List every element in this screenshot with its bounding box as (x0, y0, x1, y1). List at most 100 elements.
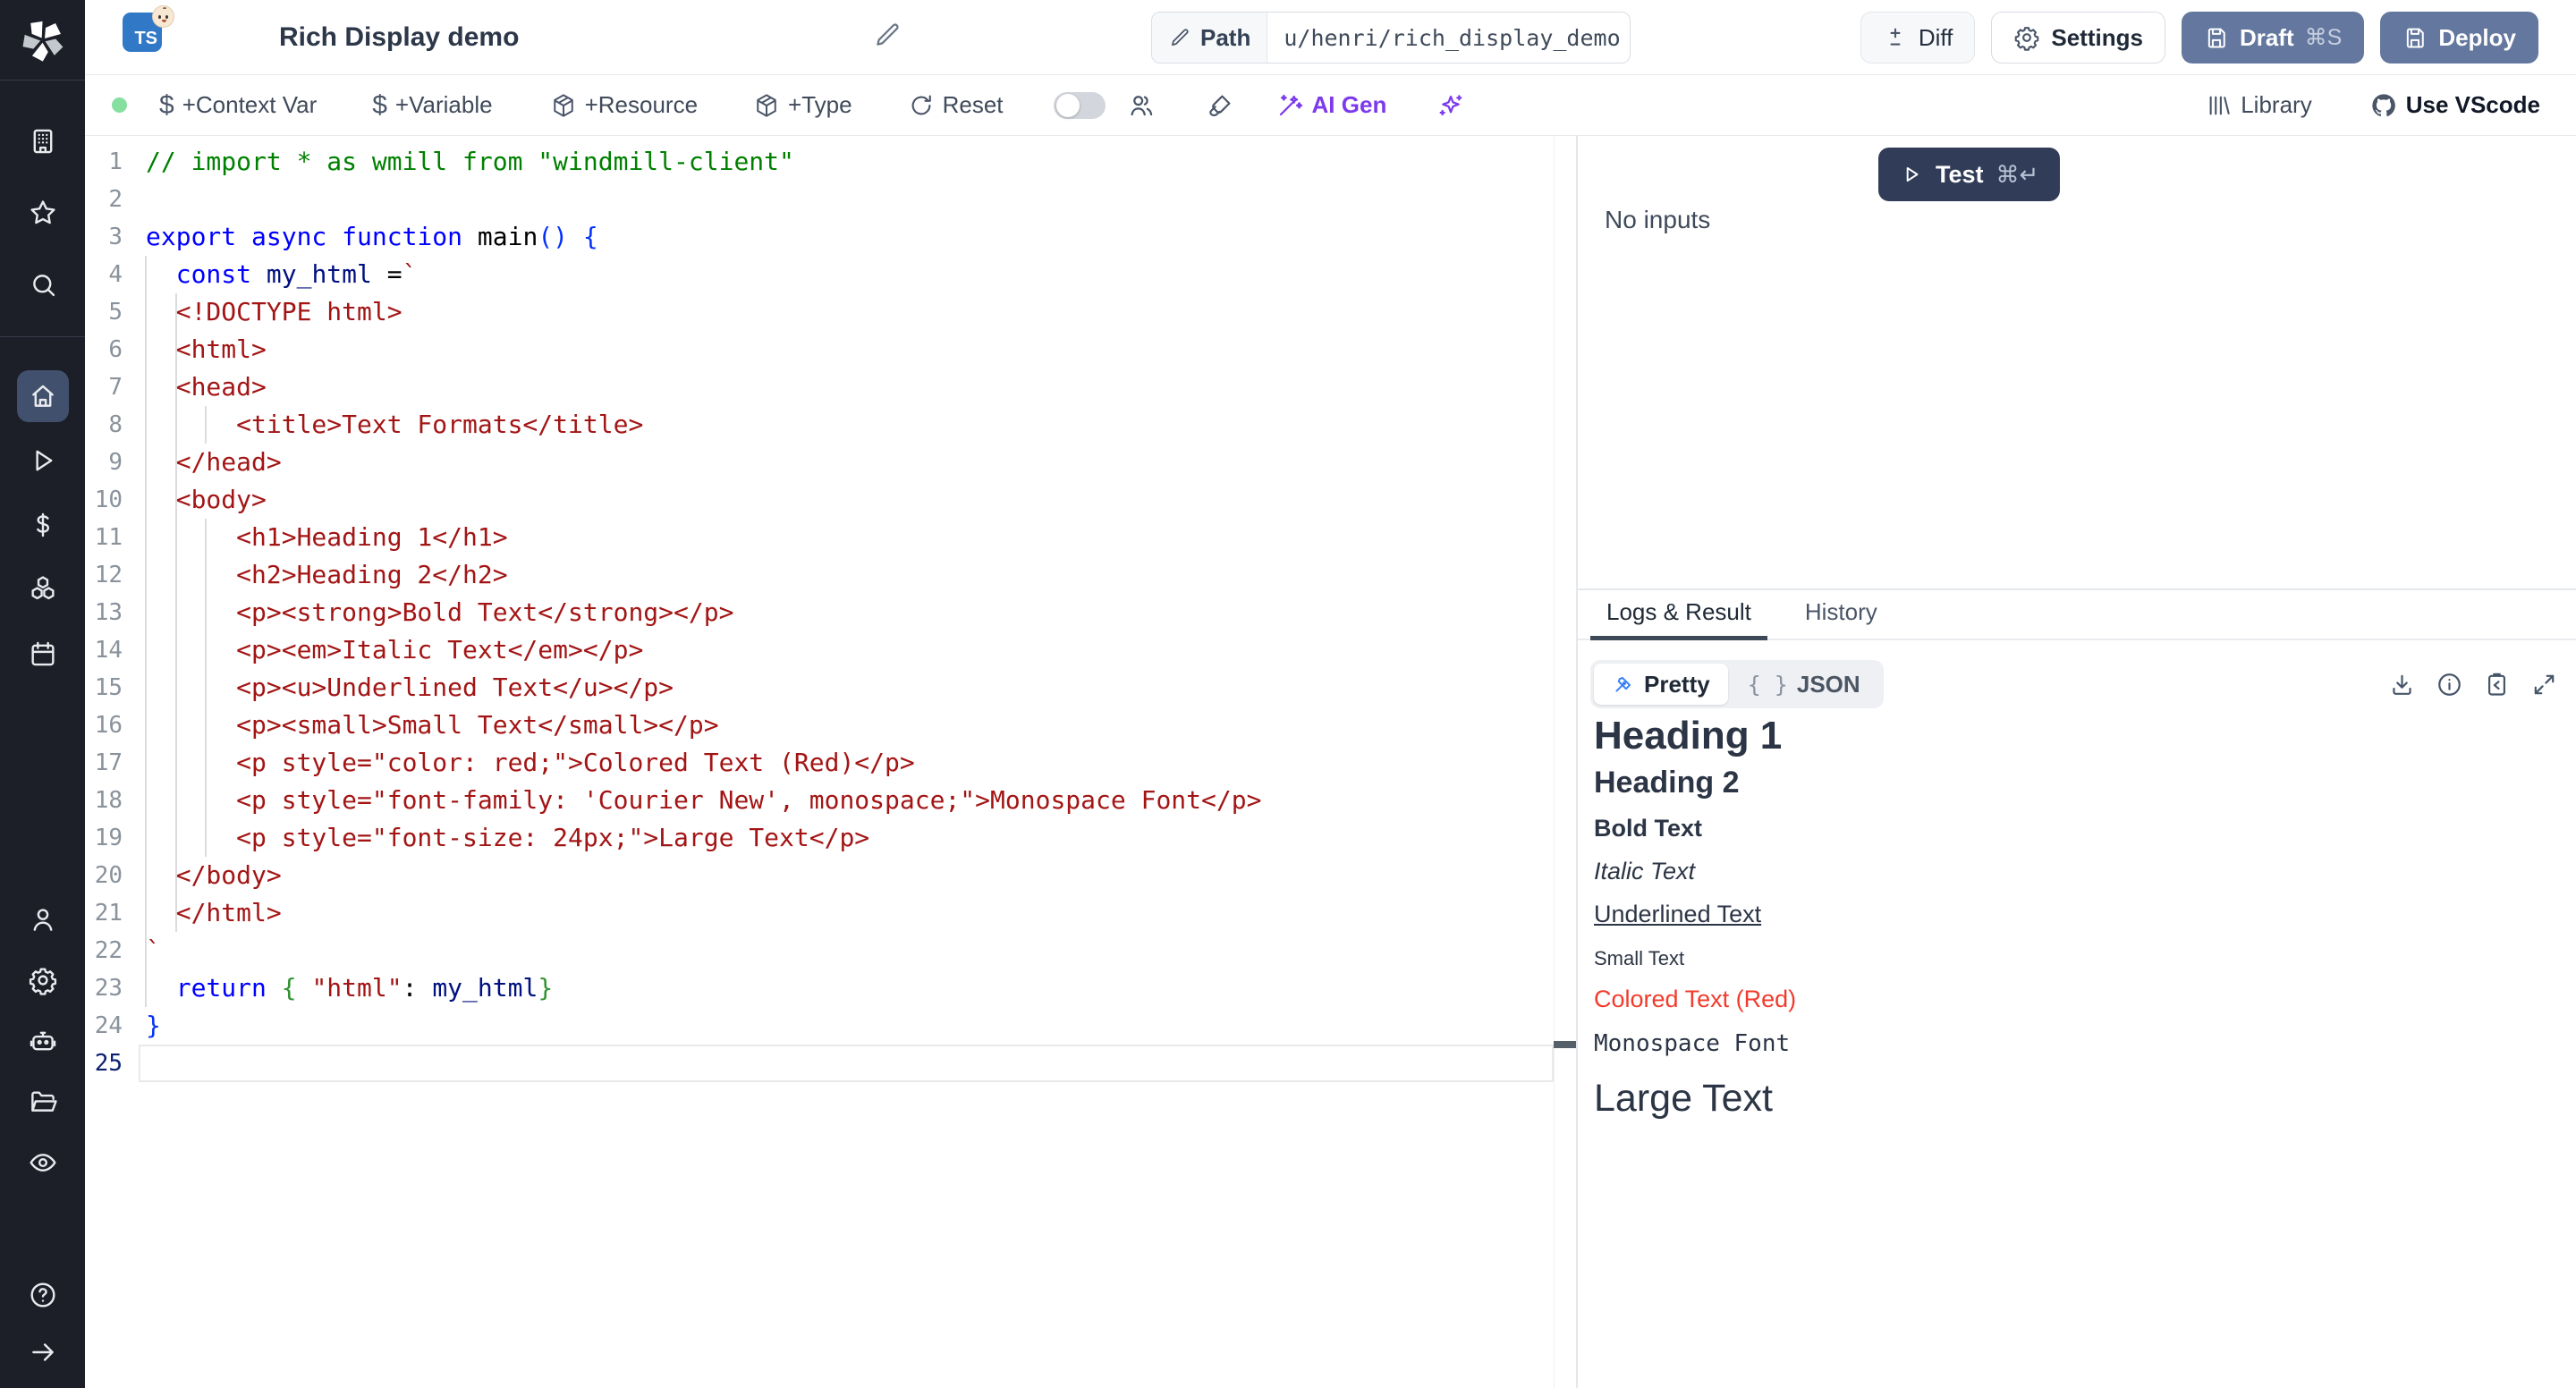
package-icon (753, 92, 780, 119)
line-number: 12 (85, 556, 123, 594)
robot-icon (28, 1026, 58, 1056)
code-line[interactable]: <html> (146, 331, 1576, 368)
code-line[interactable]: </html> (146, 894, 1576, 932)
sidebar-item-home[interactable] (0, 364, 85, 428)
settings-button[interactable]: Settings (1991, 12, 2165, 63)
sidebar-item-cubes[interactable] (0, 557, 85, 622)
tab-logs-result[interactable]: Logs & Result (1590, 598, 1767, 639)
line-number: 20 (85, 857, 123, 894)
code-line[interactable]: <p style="font-size: 24px;">Large Text</… (146, 819, 1576, 857)
line-number: 23 (85, 969, 123, 1007)
add-resource-button[interactable]: +Resource (550, 91, 698, 119)
test-button[interactable]: Test ⌘↵ (1878, 148, 2060, 201)
code-line[interactable]: <p><u>Underlined Text</u></p> (146, 669, 1576, 707)
code-line[interactable]: <p><strong>Bold Text</strong></p> (146, 594, 1576, 631)
rendered-result: Heading 1Heading 2Bold TextItalic TextUn… (1578, 708, 2576, 1121)
home-icon (28, 381, 58, 411)
sidebar-item-gear[interactable] (0, 950, 85, 1011)
reset-button[interactable]: Reset (908, 91, 1004, 119)
sidebar-item-dollar[interactable] (0, 493, 85, 557)
windmill-logo[interactable] (0, 0, 85, 80)
add-context-var-button[interactable]: $ +Context Var (159, 90, 317, 121)
code-line[interactable]: </body> (146, 857, 1576, 894)
path-field[interactable]: Path u/henri/rich_display_demo (1151, 12, 1631, 63)
help-icon (28, 1280, 58, 1310)
edit-summary-pencil-icon[interactable] (872, 20, 902, 55)
code-line[interactable]: const my_html =` (146, 256, 1576, 293)
vim-mode-toggle[interactable] (1054, 92, 1106, 119)
path-value[interactable]: u/henri/rich_display_demo (1267, 13, 1631, 63)
sidebar-item-search[interactable] (0, 249, 85, 320)
path-label: Path (1200, 24, 1250, 52)
add-variable-button[interactable]: $ +Variable (372, 90, 492, 121)
sidebar-item-help[interactable] (0, 1266, 85, 1324)
code-line[interactable]: // import * as wmill from "windmill-clie… (146, 143, 1576, 181)
folder-icon (28, 1087, 58, 1117)
sidebar-item-arrow-right[interactable] (0, 1324, 85, 1381)
collaborators-button[interactable] (1127, 91, 1156, 120)
diff-button[interactable]: Diff (1860, 12, 1976, 63)
dollar-icon: $ (372, 90, 387, 121)
add-type-button[interactable]: +Type (753, 91, 852, 119)
sidebar-item-person[interactable] (0, 889, 85, 950)
copy-to-clipboard-icon[interactable] (2483, 671, 2511, 698)
ai-sparkles-button[interactable] (1436, 91, 1465, 120)
sidebar-item-play[interactable] (0, 428, 85, 493)
magic-wand-icon (1275, 91, 1304, 120)
dollar-icon (28, 510, 58, 540)
line-number: 16 (85, 707, 123, 744)
tab-history[interactable]: History (1789, 598, 1894, 639)
sidebar-item-calendar[interactable] (0, 622, 85, 686)
sparkles-icon (1436, 91, 1465, 120)
line-number: 22 (85, 932, 123, 969)
code-line[interactable] (146, 1045, 1576, 1082)
code-line[interactable]: <h2>Heading 2</h2> (146, 556, 1576, 594)
code-line[interactable]: <head> (146, 368, 1576, 406)
expand-result-icon[interactable] (2530, 671, 2558, 698)
ai-gen-button[interactable]: AI Gen (1275, 91, 1387, 120)
sidebar-item-eye[interactable] (0, 1132, 85, 1193)
draft-button[interactable]: Draft ⌘S (2182, 12, 2364, 63)
code-line[interactable]: <body> (146, 481, 1576, 519)
view-pretty-button[interactable]: Pretty (1594, 664, 1728, 705)
result-view-row: Pretty { } JSON (1590, 660, 2558, 708)
code-line[interactable]: </head> (146, 444, 1576, 481)
windmill-script-editor: TS Rich Display demo Path u/henri/rich_d… (0, 0, 2576, 1388)
view-json-label: JSON (1797, 671, 1860, 698)
code-lines[interactable]: // import * as wmill from "windmill-clie… (136, 143, 1576, 1082)
format-button[interactable] (1206, 91, 1234, 120)
code-line[interactable]: return { "html": my_html} (146, 969, 1576, 1007)
code-line[interactable] (146, 181, 1576, 218)
line-number: 9 (85, 444, 123, 481)
line-number: 7 (85, 368, 123, 406)
gear-icon (28, 965, 58, 995)
use-vscode-button[interactable]: Use VScode (2369, 91, 2540, 120)
result-underline: Underlined Text (1594, 901, 2560, 928)
code-line[interactable]: ` (146, 932, 1576, 969)
code-line[interactable]: <h1>Heading 1</h1> (146, 519, 1576, 556)
code-editor[interactable]: 1234567891011121314151617181920212223242… (85, 136, 1576, 1388)
sidebar-groups (0, 80, 85, 1193)
download-result-icon[interactable] (2388, 671, 2416, 698)
code-line[interactable]: <!DOCTYPE html> (146, 293, 1576, 331)
view-json-button[interactable]: { } JSON (1728, 671, 1880, 698)
paintbrush-icon (1206, 91, 1234, 120)
test-label: Test (1936, 161, 1984, 189)
code-line[interactable]: <title>Text Formats</title> (146, 406, 1576, 444)
code-line[interactable]: <p style="font-family: 'Courier New', mo… (146, 782, 1576, 819)
sidebar-item-robot[interactable] (0, 1011, 85, 1071)
deploy-button[interactable]: Deploy (2380, 12, 2538, 63)
code-line[interactable]: <p><small>Small Text</small></p> (146, 707, 1576, 744)
users-icon (1127, 91, 1156, 120)
code-line[interactable]: } (146, 1007, 1576, 1045)
building-icon (28, 126, 58, 157)
code-line[interactable]: export async function main() { (146, 218, 1576, 256)
sidebar-item-folder[interactable] (0, 1071, 85, 1132)
sidebar-item-star[interactable] (0, 177, 85, 249)
code-line[interactable]: <p style="color: red;">Colored Text (Red… (146, 744, 1576, 782)
library-button[interactable]: Library (2206, 91, 2311, 119)
sidebar-item-building[interactable] (0, 106, 85, 177)
header: TS Rich Display demo Path u/henri/rich_d… (85, 0, 2576, 75)
code-line[interactable]: <p><em>Italic Text</em></p> (146, 631, 1576, 669)
info-icon[interactable] (2436, 671, 2463, 698)
